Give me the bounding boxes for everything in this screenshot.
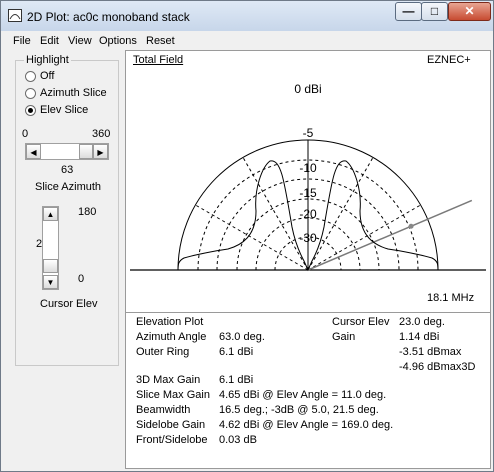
max-gain-label: 3D Max Gain bbox=[136, 374, 201, 386]
ring-label-3: -10 bbox=[299, 161, 317, 175]
outer-ring-value: 6.1 dBi bbox=[219, 346, 254, 358]
slider-up-arrow[interactable]: ▲ bbox=[43, 207, 58, 221]
dbmax-value: -3.51 dBmax bbox=[399, 346, 462, 358]
front-sidelobe-value: 0.03 dB bbox=[219, 434, 257, 446]
radio-elev-label: Elev Slice bbox=[40, 104, 89, 116]
menu-file[interactable]: File bbox=[13, 35, 31, 47]
plot-app-icon bbox=[8, 9, 22, 22]
app-window: 2D Plot: ac0c monoband stack — □ ✕ File … bbox=[0, 0, 494, 472]
cursor-marker bbox=[408, 223, 414, 229]
close-button[interactable]: ✕ bbox=[448, 2, 491, 21]
slider-right-arrow[interactable]: ▶ bbox=[93, 144, 108, 159]
slice-azimuth-label: Slice Azimuth bbox=[35, 181, 102, 193]
menu-options[interactable]: Options bbox=[99, 35, 137, 47]
close-icon: ✕ bbox=[464, 4, 475, 18]
slice-azimuth-slider[interactable]: ◀ ▶ bbox=[25, 143, 109, 160]
slice-max-value: 4.65 dBi @ Elev Angle = 11.0 deg. bbox=[219, 389, 387, 401]
maximize-icon: □ bbox=[430, 4, 439, 18]
ring-label-4: -15 bbox=[299, 186, 317, 200]
beamwidth-value: 16.5 deg.; -3dB @ 5.0, 21.5 deg. bbox=[219, 404, 379, 416]
highlight-group-label: Highlight bbox=[24, 54, 71, 66]
azimuth-value: 63 bbox=[61, 164, 74, 176]
minimize-button[interactable]: — bbox=[395, 2, 422, 21]
slider-down-arrow[interactable]: ▼ bbox=[43, 275, 58, 289]
radial-line-3 bbox=[242, 157, 309, 271]
cursor-elev-slider[interactable]: ▲ ▼ bbox=[42, 206, 59, 290]
max-gain-value: 6.1 dBi bbox=[219, 374, 254, 386]
maximize-button[interactable]: □ bbox=[421, 2, 448, 21]
title-bar: 2D Plot: ac0c monoband stack — □ ✕ bbox=[1, 1, 493, 31]
radio-elev-slice[interactable]: Elev Slice bbox=[25, 104, 121, 118]
radial-line-2 bbox=[307, 157, 374, 271]
radio-azimuth-indicator bbox=[25, 88, 36, 99]
radio-off-indicator bbox=[25, 71, 36, 82]
cursor-line bbox=[307, 199, 473, 271]
ring-label-5: -20 bbox=[299, 207, 317, 221]
ring-label-6: -30 bbox=[299, 231, 317, 245]
menu-reset[interactable]: Reset bbox=[146, 35, 175, 47]
sidelobe-label: Sidelobe Gain bbox=[136, 419, 206, 431]
front-sidelobe-label: Front/Sidelobe bbox=[136, 434, 208, 446]
radio-off-label: Off bbox=[40, 70, 55, 82]
cursor-elev-label: Cursor Elev bbox=[40, 298, 98, 310]
plot-area[interactable]: Total Field EZNEC+ 0 dBi -5 -10 -15 -20 -30 1… bbox=[125, 50, 491, 313]
slider-left-arrow[interactable]: ◀ bbox=[26, 144, 41, 159]
elevation-polar-plot: 0 dBi -5 -10 -15 -20 -30 bbox=[130, 82, 486, 272]
sidelobe-value: 4.62 dBi @ Elev Angle = 169.0 deg. bbox=[219, 419, 394, 431]
plot-type: Elevation Plot bbox=[136, 316, 204, 328]
dbmax3d-value: -4.96 dBmax3D bbox=[399, 361, 476, 373]
outer-ring-label: Outer Ring bbox=[136, 346, 190, 358]
ring-label-1: 0 dBi bbox=[294, 82, 321, 96]
minimize-icon: — bbox=[402, 4, 415, 18]
azimuth-max-label: 360 bbox=[92, 128, 111, 140]
info-area: Elevation Plot Azimuth Angle 63.0 deg. O… bbox=[125, 312, 491, 469]
menu-view[interactable]: View bbox=[68, 35, 92, 47]
elev-max-label: 180 bbox=[78, 206, 97, 218]
ring-label-2: -5 bbox=[303, 126, 314, 140]
slider-thumb-vertical[interactable] bbox=[43, 259, 58, 273]
menu-bar: File Edit View Options Reset bbox=[2, 32, 492, 50]
window-title: 2D Plot: ac0c monoband stack bbox=[27, 10, 190, 24]
slice-max-label: Slice Max Gain bbox=[136, 389, 210, 401]
azimuth-angle-value: 63.0 deg. bbox=[219, 331, 265, 343]
cursor-elev-info-value: 23.0 deg. bbox=[399, 316, 445, 328]
radio-azimuth-slice[interactable]: Azimuth Slice bbox=[25, 87, 121, 101]
slider-thumb[interactable] bbox=[79, 144, 93, 159]
radio-elev-indicator bbox=[25, 105, 36, 116]
azimuth-min-label: 0 bbox=[22, 128, 29, 140]
gain-value: 1.14 dBi bbox=[399, 331, 440, 343]
frequency-label: 18.1 MHz bbox=[427, 292, 475, 304]
elev-min-label: 0 bbox=[78, 273, 85, 285]
azimuth-angle-label: Azimuth Angle bbox=[136, 331, 207, 343]
gain-label: Gain bbox=[332, 331, 356, 343]
menu-edit[interactable]: Edit bbox=[40, 35, 59, 47]
radial-line-1 bbox=[307, 204, 421, 271]
beamwidth-label: Beamwidth bbox=[136, 404, 191, 416]
radio-off[interactable]: Off bbox=[25, 70, 121, 84]
control-panel: Highlight Off Azimuth Slice Elev Slice 0… bbox=[2, 51, 125, 469]
radio-azimuth-label: Azimuth Slice bbox=[40, 87, 107, 99]
cursor-elev-info-label: Cursor Elev bbox=[332, 316, 390, 328]
radial-line-4 bbox=[195, 204, 309, 271]
